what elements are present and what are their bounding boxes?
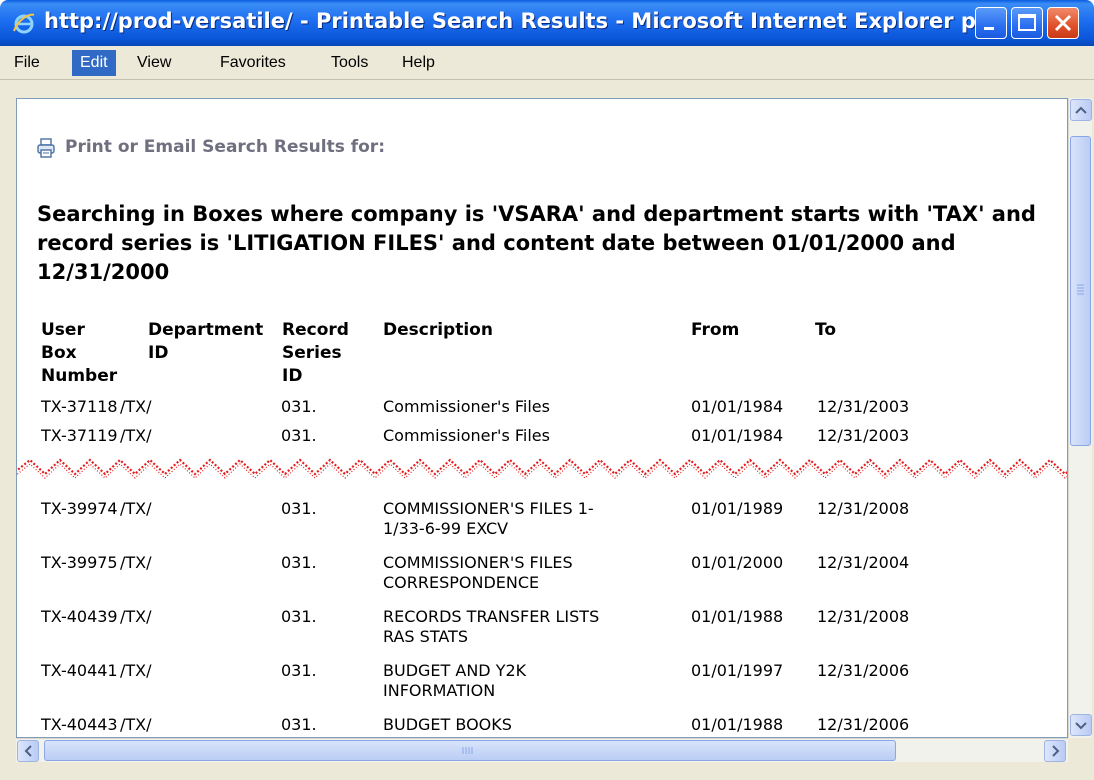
cell-to: 12/31/2003 xyxy=(817,426,910,445)
header-line: Department xyxy=(148,320,264,340)
description-line: RECORDS TRANSFER LISTS xyxy=(383,607,600,626)
header-from: From xyxy=(691,320,740,340)
cell-series: 031. xyxy=(281,397,317,416)
description-line: CORRESPONDENCE xyxy=(383,573,540,592)
window-title: http://prod-versatile/ - Printable Searc… xyxy=(44,9,1000,33)
cell-from: 01/01/1988 xyxy=(691,607,784,626)
chevron-down-icon xyxy=(1075,722,1087,730)
cell-series: 031. xyxy=(281,553,317,572)
cell-department: /TX/ xyxy=(120,426,152,445)
header-department-id: Department ID xyxy=(148,319,263,365)
vertical-scroll-thumb[interactable] xyxy=(1070,136,1091,446)
maximize-icon xyxy=(1018,14,1036,31)
header-description: Description xyxy=(383,320,493,340)
internet-explorer-icon xyxy=(13,13,35,34)
menu-bar: File Edit View Favorites Tools Help xyxy=(0,46,1094,80)
cell-to: 12/31/2008 xyxy=(817,499,910,518)
page-content: Print or Email Search Results for: Searc… xyxy=(16,98,1068,738)
cell-description: RECORDS TRANSFER LISTS RAS STATS xyxy=(383,607,693,647)
cell-description: COMMISSIONER'S FILES 1- 1/33-6-99 EXCV xyxy=(383,499,693,539)
cell-department: /TX/ xyxy=(120,661,152,680)
menu-view[interactable]: View xyxy=(129,50,179,76)
cell-from: 01/01/1989 xyxy=(691,499,784,518)
header-line: ID xyxy=(148,343,169,363)
cell-from: 01/01/1988 xyxy=(691,715,784,734)
cell-series: 031. xyxy=(281,715,317,734)
cell-series: 031. xyxy=(281,499,317,518)
cell-department: /TX/ xyxy=(120,499,152,518)
header-line: Number xyxy=(41,366,118,386)
header-line: User xyxy=(41,320,85,340)
grip-icon xyxy=(1077,284,1084,295)
header-line: Series xyxy=(282,343,342,363)
cell-to: 12/31/2006 xyxy=(817,661,910,680)
cell-department: /TX/ xyxy=(120,553,152,572)
header-to: To xyxy=(815,320,837,340)
minimize-button[interactable] xyxy=(975,7,1007,39)
cell-description: Commissioner's Files xyxy=(383,426,550,445)
printer-icon xyxy=(37,138,55,158)
scrollbar-corner xyxy=(1068,738,1092,762)
header-line: Record xyxy=(282,320,349,340)
horizontal-scrollbar[interactable] xyxy=(16,738,1068,762)
chevron-left-icon xyxy=(24,745,32,757)
header-record-series-id: Record Series ID xyxy=(282,319,349,388)
minimize-icon xyxy=(984,27,994,30)
scroll-right-button[interactable] xyxy=(1044,740,1066,762)
cell-series: 031. xyxy=(281,607,317,626)
cell-from: 01/01/2000 xyxy=(691,553,784,572)
cell-description: BUDGET BOOKS xyxy=(383,715,512,734)
cell-from: 01/01/1984 xyxy=(691,397,784,416)
content-break-divider xyxy=(17,450,1067,486)
cell-to: 12/31/2004 xyxy=(817,553,910,572)
maximize-button[interactable] xyxy=(1011,7,1043,39)
menu-tools[interactable]: Tools xyxy=(323,50,376,76)
description-line: INFORMATION xyxy=(383,681,496,700)
cell-to: 12/31/2003 xyxy=(817,397,910,416)
cell-department: /TX/ xyxy=(120,715,152,734)
horizontal-scroll-thumb[interactable] xyxy=(44,740,896,761)
cell-from: 01/01/1984 xyxy=(691,426,784,445)
cell-department: /TX/ xyxy=(120,397,152,416)
menu-file[interactable]: File xyxy=(6,50,48,76)
description-line: BUDGET AND Y2K xyxy=(383,661,527,680)
cell-to: 12/31/2008 xyxy=(817,607,910,626)
print-email-label: Print or Email Search Results for: xyxy=(65,137,385,157)
description-line: COMMISSIONER'S FILES xyxy=(383,553,573,572)
description-line: RAS STATS xyxy=(383,627,468,646)
close-button[interactable] xyxy=(1047,7,1079,39)
description-line: 1/33-6-99 EXCV xyxy=(383,519,509,538)
cell-department: /TX/ xyxy=(120,607,152,626)
scroll-down-button[interactable] xyxy=(1070,714,1092,736)
cell-from: 01/01/1997 xyxy=(691,661,784,680)
chevron-right-icon xyxy=(1052,745,1060,757)
menu-help[interactable]: Help xyxy=(394,50,443,76)
cell-description: BUDGET AND Y2K INFORMATION xyxy=(383,661,693,701)
vertical-scrollbar[interactable] xyxy=(1068,98,1092,738)
chevron-up-icon xyxy=(1075,106,1087,114)
description-line: COMMISSIONER'S FILES 1- xyxy=(383,499,594,518)
menu-edit[interactable]: Edit xyxy=(72,50,116,76)
grip-icon xyxy=(462,747,473,754)
cell-to: 12/31/2006 xyxy=(817,715,910,734)
header-line: ID xyxy=(282,366,303,386)
scroll-up-button[interactable] xyxy=(1070,99,1092,121)
header-user-box-number: User Box Number xyxy=(41,319,145,388)
search-criteria-heading: Searching in Boxes where company is 'VSA… xyxy=(37,202,1036,284)
cell-description: Commissioner's Files xyxy=(383,397,550,416)
cell-series: 031. xyxy=(281,661,317,680)
scroll-left-button[interactable] xyxy=(17,740,39,762)
header-line: Box xyxy=(41,343,77,363)
cell-series: 031. xyxy=(281,426,317,445)
cell-description: COMMISSIONER'S FILES CORRESPONDENCE xyxy=(383,553,693,593)
menu-favorites[interactable]: Favorites xyxy=(212,50,294,76)
close-icon xyxy=(1054,14,1072,32)
title-bar[interactable]: http://prod-versatile/ - Printable Searc… xyxy=(0,0,1094,46)
